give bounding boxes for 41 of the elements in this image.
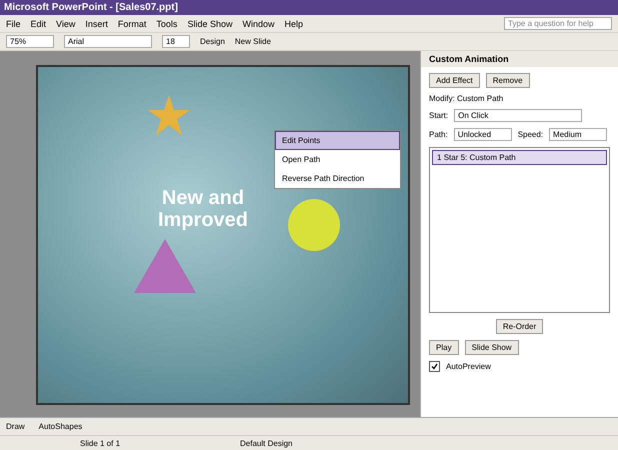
menu-item[interactable]: Tools: [156, 18, 178, 28]
checkbox[interactable]: [429, 361, 440, 372]
start-label: Start:: [429, 111, 448, 120]
menu-item[interactable]: File: [6, 18, 21, 28]
effect-item[interactable]: 1 Star 5: Custom Path: [432, 150, 607, 165]
start-field[interactable]: On Click: [454, 109, 582, 122]
menu-item[interactable]: Insert: [85, 18, 108, 28]
pane-title: Custom Animation: [421, 51, 618, 67]
autopreview-label: AutoPreview: [446, 362, 491, 371]
font-field[interactable]: Arial: [64, 35, 152, 48]
circle-shape: [288, 199, 340, 251]
modify-label: Modify: Custom Path: [429, 94, 504, 103]
menu-item[interactable]: Slide Show: [187, 18, 232, 28]
star-icon: [148, 95, 190, 135]
zoom-field[interactable]: 75%: [6, 35, 54, 48]
menu-item[interactable]: Edit Points: [275, 131, 400, 150]
new-slide-button[interactable]: New Slide: [234, 37, 271, 46]
reorder-button[interactable]: Re-Order: [496, 319, 544, 334]
speed-field[interactable]: Medium: [549, 128, 608, 141]
autoshapes-menu[interactable]: AutoShapes: [38, 422, 82, 431]
draw-menu[interactable]: Draw: [6, 422, 25, 431]
menu-item[interactable]: Window: [242, 18, 274, 28]
triangle-shape: [134, 239, 196, 293]
window-title: Microsoft PowerPoint - [Sales07.ppt]: [4, 2, 178, 13]
path-field[interactable]: Unlocked: [454, 128, 512, 141]
slide-title: New and Improved: [156, 187, 250, 231]
design-name: Default Design: [240, 438, 293, 448]
help-field[interactable]: Type a question for help: [504, 17, 612, 30]
menu-item[interactable]: Format: [118, 18, 146, 28]
menu-item[interactable]: Help: [284, 18, 303, 28]
menu-item[interactable]: Edit: [30, 18, 46, 28]
speed-label: Speed:: [518, 130, 544, 139]
slide-count: Slide 1 of 1: [80, 438, 120, 448]
remove-button[interactable]: Remove: [486, 73, 530, 88]
design-button[interactable]: Design: [200, 37, 225, 46]
menu-item[interactable]: View: [56, 18, 76, 28]
path-label: Path:: [429, 130, 448, 139]
size-field[interactable]: 18: [162, 35, 190, 48]
play-button[interactable]: Play: [429, 340, 459, 355]
slide-show-button[interactable]: Slide Show: [464, 340, 519, 355]
add-effect-button[interactable]: Add Effect: [429, 73, 480, 88]
